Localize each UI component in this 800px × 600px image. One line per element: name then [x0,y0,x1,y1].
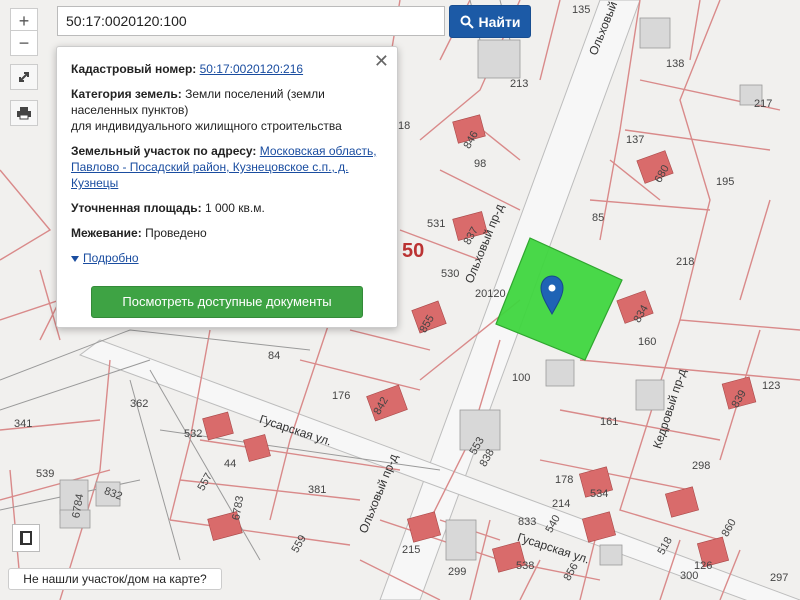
survey-value: Проведено [145,226,207,240]
parcel-number-label: 100 [512,372,531,384]
zoom-out-button[interactable]: − [10,30,38,56]
category-label: Категория земель: [71,87,182,101]
parcel-number-label: 135 [572,4,591,16]
search-icon [460,15,474,29]
survey-row: Межевание: Проведено [71,225,383,241]
area-label: Уточненная площадь: [71,201,202,215]
cadastral-row: Кадастровый номер: 50:17:0020120:216 [71,61,383,77]
parcel-number-label: 98 [474,158,487,170]
parcel-number-label: 195 [716,176,735,188]
cadastral-label: Кадастровый номер: [71,62,197,76]
parcel-number-label: 381 [308,484,327,496]
search-button-label: Найти [478,13,521,30]
parcel-number-label: 217 [754,98,773,110]
expand-icon [19,72,29,82]
details-link[interactable]: Подробно [83,251,139,265]
parcel-number-label: 213 [510,78,529,90]
parcel-number-label: 215 [402,544,421,556]
plus-icon: + [18,10,30,31]
category-row: Категория земель: Земли поселений (земли… [71,86,383,134]
parcel-number-label: 137 [626,134,645,146]
survey-label: Межевание: [71,226,142,240]
parcel-number-label: 297 [770,572,789,584]
parcel-number-label: 299 [448,566,467,578]
parcel-number-label: 126 [694,560,713,572]
area-value: 1 000 кв.м. [204,201,265,215]
view-documents-button[interactable]: Посмотреть доступные документы [91,286,363,318]
parcel-number-label: 833 [518,516,537,528]
address-row: Земельный участок по адресу: Московская … [71,143,383,191]
parcel-number-label: 531 [427,218,446,230]
search-input[interactable] [57,6,445,36]
details-toggle[interactable]: Подробно [71,250,383,266]
parcel-number-label: 362 [130,398,149,410]
parcel-number-label: 18 [398,120,411,132]
parcel-number-label: 341 [14,418,33,430]
fullscreen-button[interactable] [10,64,38,90]
book-icon [20,531,32,545]
parcel-number-label: 84 [268,350,281,362]
print-button[interactable] [10,100,38,126]
parcel-number-label: 538 [516,560,535,572]
search-button[interactable]: Найти [449,5,531,38]
parcel-number-label: 532 [184,428,203,440]
parcel-number-label: 214 [552,498,571,510]
parcel-number-label: 138 [666,58,685,70]
triangle-down-icon [71,255,79,262]
parcel-number-label: 20120 [475,288,506,300]
minus-icon: − [18,32,30,53]
category-use: для индивидуального жилищного строительс… [71,119,342,133]
close-icon[interactable]: ✕ [374,52,389,70]
area-row: Уточненная площадь: 1 000 кв.м. [71,200,383,216]
cadastral-link[interactable]: 50:17:0020120:216 [200,62,303,76]
parcel-number-label: 178 [555,474,574,486]
parcel-number-label: 123 [762,380,781,392]
parcel-number-label: 161 [600,416,619,428]
parcel-number-label: 298 [692,460,711,472]
parcel-number-label: 176 [332,390,351,402]
legend-button[interactable] [12,524,40,552]
not-found-link[interactable]: Не нашли участок/дом на карте? [8,568,222,590]
parcel-number-label: 160 [638,336,657,348]
parcel-number-label: 44 [224,458,237,470]
parcel-number-label: 85 [592,212,605,224]
parcel-number-label: 539 [36,468,55,480]
address-label: Земельный участок по адресу: [71,144,257,158]
parcel-number-label: 50 [402,240,425,262]
parcel-number-label: 530 [441,268,460,280]
parcel-info-popup: ✕ Кадастровый номер: 50:17:0020120:216 К… [56,46,398,328]
parcel-number-label: 218 [676,256,695,268]
printer-icon [17,107,31,120]
parcel-number-label: 534 [590,488,609,500]
